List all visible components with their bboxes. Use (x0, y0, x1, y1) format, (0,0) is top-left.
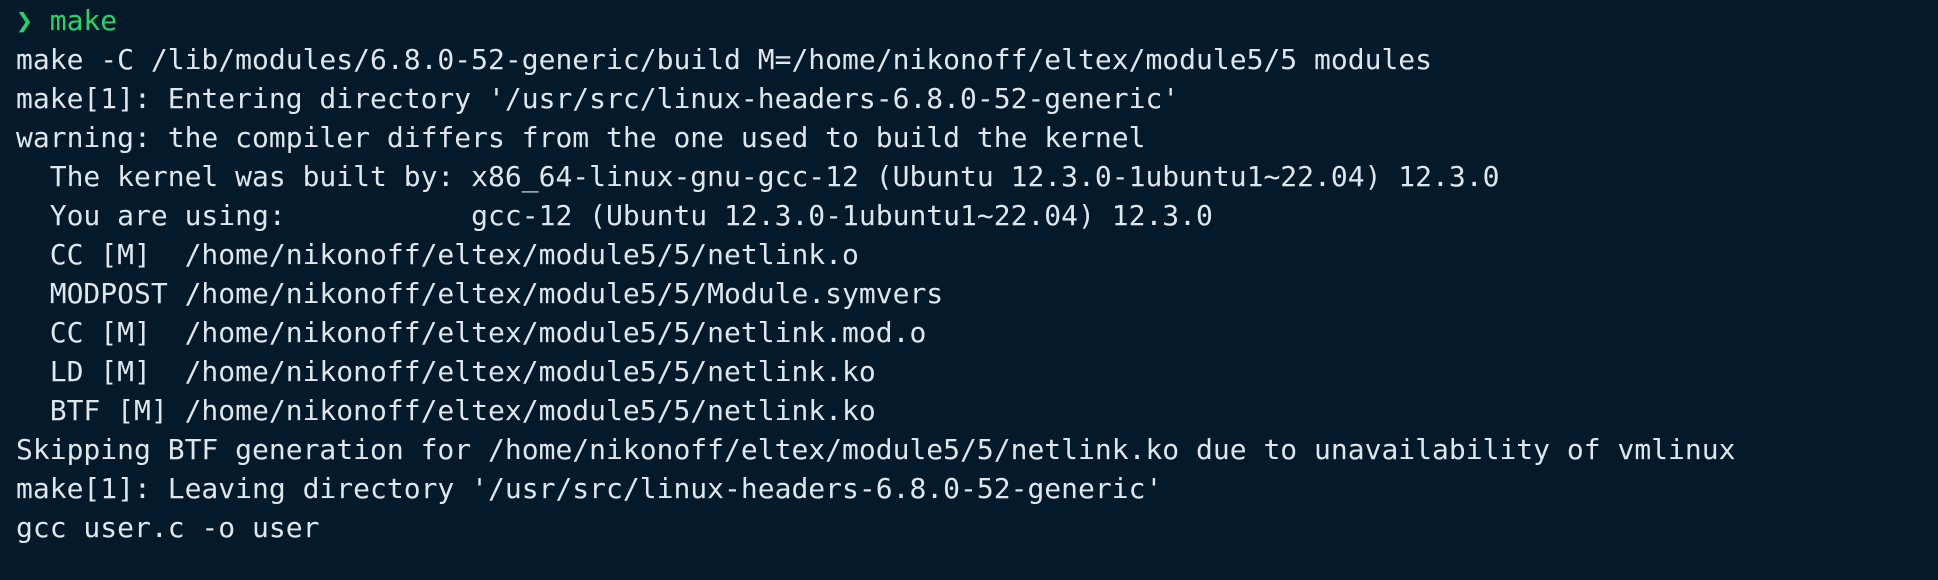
output-line: gcc user.c -o user (16, 511, 320, 544)
output-line: LD [M] /home/nikonoff/eltex/module5/5/ne… (16, 355, 876, 388)
output-line: make[1]: Entering directory '/usr/src/li… (16, 82, 1180, 115)
output-line: BTF [M] /home/nikonoff/eltex/module5/5/n… (16, 394, 876, 427)
output-line: CC [M] /home/nikonoff/eltex/module5/5/ne… (16, 238, 859, 271)
prompt-command: make (49, 4, 118, 37)
prompt-line: ❯ make (16, 1, 1922, 40)
output-line: You are using: gcc-12 (Ubuntu 12.3.0-1ub… (16, 199, 1213, 232)
output-line: MODPOST /home/nikonoff/eltex/module5/5/M… (16, 277, 944, 310)
prompt-arrow-icon: ❯ (16, 4, 33, 37)
output-line: warning: the compiler differs from the o… (16, 121, 1146, 154)
terminal-window[interactable]: ❯ make make -C /lib/modules/6.8.0-52-gen… (0, 0, 1938, 580)
output-line: CC [M] /home/nikonoff/eltex/module5/5/ne… (16, 316, 927, 349)
output-line: make[1]: Leaving directory '/usr/src/lin… (16, 472, 1163, 505)
output-line: make -C /lib/modules/6.8.0-52-generic/bu… (16, 43, 1433, 76)
output-line: Skipping BTF generation for /home/nikono… (16, 433, 1736, 466)
output-line: The kernel was built by: x86_64-linux-gn… (16, 160, 1500, 193)
